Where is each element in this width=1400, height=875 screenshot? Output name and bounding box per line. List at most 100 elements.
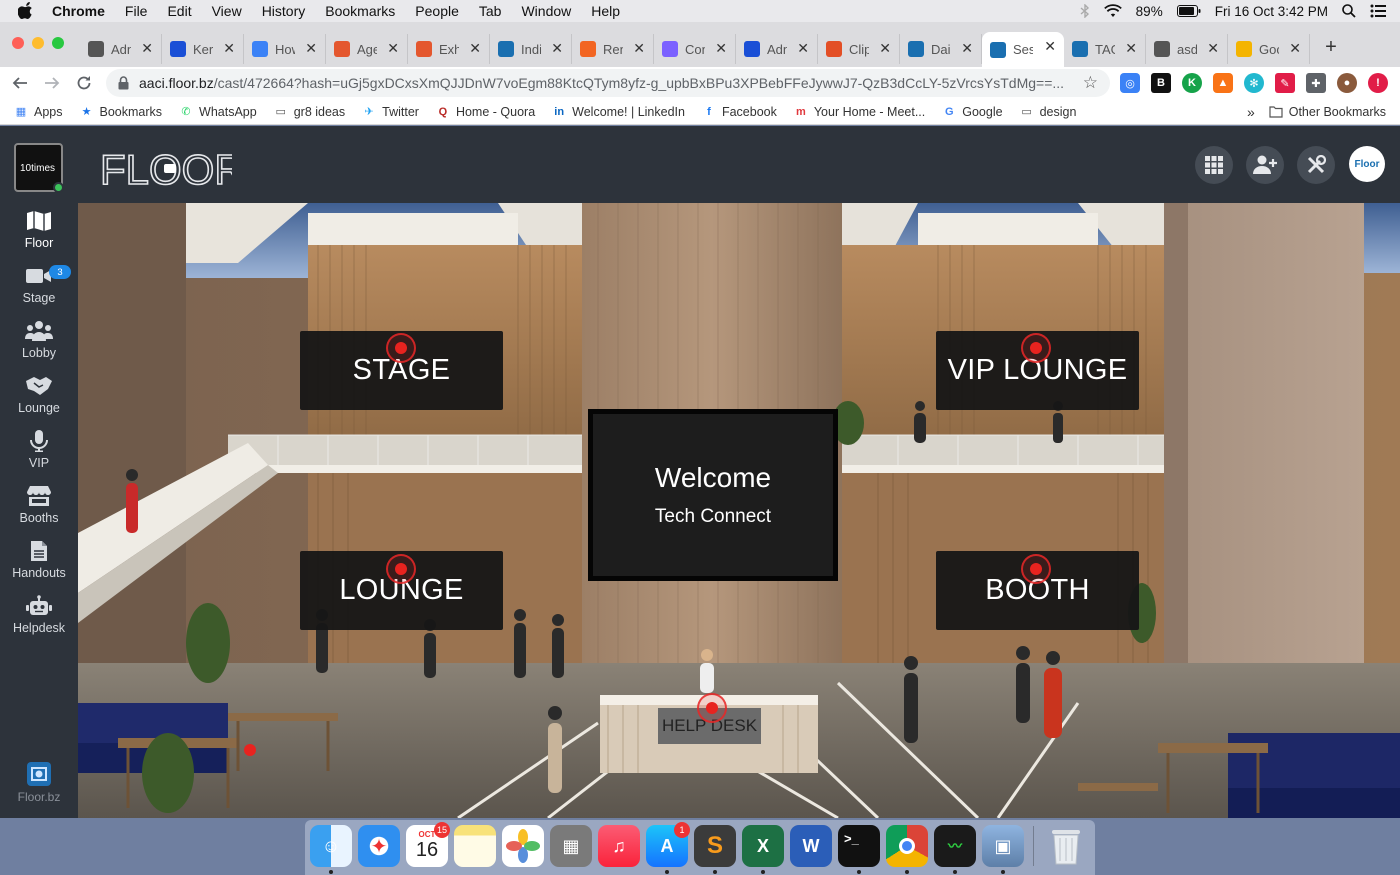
browser-tab[interactable]: Dail ✕ [900,34,982,64]
bookmark-item[interactable]: ✆ WhatsApp [179,105,256,119]
close-tab-icon[interactable]: ✕ [1289,40,1301,57]
extension-k-icon[interactable]: K [1182,73,1202,93]
close-tab-icon[interactable]: ✕ [1044,38,1056,55]
profile-avatar[interactable]: ● [1337,73,1357,93]
new-tab-button[interactable]: + [1316,32,1346,62]
close-tab-icon[interactable]: ✕ [797,40,809,57]
stage-hotspot[interactable] [386,333,416,363]
vip-lounge-hotspot[interactable] [1021,333,1051,363]
menu-edit[interactable]: Edit [167,3,191,19]
safari-icon[interactable]: ✦ [358,825,400,867]
menu-app-name[interactable]: Chrome [52,3,105,19]
browser-tab[interactable]: Con ✕ [654,34,736,64]
bookmark-item[interactable]: ✈ Twitter [362,105,419,119]
sidebar-item-booths[interactable]: Booths [0,485,78,537]
word-icon[interactable]: W [790,825,832,867]
close-tab-icon[interactable]: ✕ [223,40,235,57]
wifi-icon[interactable] [1103,4,1122,18]
browser-tab[interactable]: TAG ✕ [1064,34,1146,64]
bookmark-item[interactable]: m Your Home - Meet... [794,105,925,119]
browser-tab[interactable]: How ✕ [244,34,326,64]
notes-icon[interactable] [454,825,496,867]
music-icon[interactable]: ♫ [598,825,640,867]
bluetooth-icon[interactable] [1080,4,1090,18]
zoom-window-button[interactable] [52,37,64,49]
sidebar-item-lobby[interactable]: Lobby [0,320,78,372]
back-button[interactable] [8,71,32,95]
extensions-puzzle-icon[interactable]: ✚ [1306,73,1326,93]
lock-icon[interactable] [118,76,129,90]
settings-tools-button[interactable] [1297,146,1335,184]
terminal-icon[interactable]: >_ [838,825,880,867]
address-bar[interactable]: aaci.floor.bz/cast/472664?hash=uGj5gxDCx… [106,69,1110,97]
help-desk-hotspot[interactable] [697,693,727,723]
menu-people[interactable]: People [415,3,459,19]
bookmark-item[interactable]: ▭ gr8 ideas [274,105,346,119]
extension-person-icon[interactable]: ◎ [1120,73,1140,93]
close-tab-icon[interactable]: ✕ [715,40,727,57]
bookmark-item[interactable]: ▦ Apps [14,105,63,119]
browser-tab[interactable]: Exh ✕ [408,34,490,64]
sidebar-item-helpdesk[interactable]: Helpdesk [0,595,78,647]
close-tab-icon[interactable]: ✕ [305,40,317,57]
sidebar-item-handouts[interactable]: Handouts [0,540,78,592]
bookmark-item[interactable]: in Welcome! | LinkedIn [552,105,685,119]
bookmark-star-icon[interactable]: ☆ [1083,73,1098,93]
close-tab-icon[interactable]: ✕ [141,40,153,57]
bookmarks-overflow-button[interactable]: » [1247,104,1255,120]
browser-tab[interactable]: Adn ✕ [736,34,818,64]
extension-b-icon[interactable]: B [1151,73,1171,93]
excel-icon[interactable]: X [742,825,784,867]
update-alert-icon[interactable]: ! [1368,73,1388,93]
sidebar-item-stage[interactable]: Stage 3 [0,265,78,317]
extension-fox-icon[interactable]: ▲ [1213,73,1233,93]
other-bookmarks[interactable]: Other Bookmarks [1269,105,1386,119]
browser-tab[interactable]: Goo ✕ [1228,34,1310,64]
bookmark-item[interactable]: Q Home - Quora [436,105,535,119]
control-center-list-icon[interactable] [1370,4,1386,18]
browser-tab[interactable]: Indi ✕ [490,34,572,64]
sublime-text-icon[interactable]: S [694,825,736,867]
minimize-window-button[interactable] [32,37,44,49]
lounge-hotspot[interactable] [386,554,416,584]
bookmark-item[interactable]: f Facebook [702,105,777,119]
apps-grid-button[interactable] [1195,146,1233,184]
close-tab-icon[interactable]: ✕ [469,40,481,57]
calculator-icon[interactable]: ▦ [550,825,592,867]
browser-tab[interactable]: Ren ✕ [572,34,654,64]
battery-icon[interactable] [1176,5,1201,17]
close-tab-icon[interactable]: ✕ [551,40,563,57]
spotlight-search-icon[interactable] [1342,4,1356,18]
sidebar-item-floor[interactable]: Floor [0,210,78,262]
browser-tab[interactable]: Ses ✕ [982,32,1064,67]
close-tab-icon[interactable]: ✕ [1125,40,1137,57]
browser-tab[interactable]: Age ✕ [326,34,408,64]
close-tab-icon[interactable]: ✕ [633,40,645,57]
menu-history[interactable]: History [262,3,306,19]
menu-help[interactable]: Help [591,3,620,19]
menubar-datetime[interactable]: Fri 16 Oct 3:42 PM [1215,4,1328,19]
sidebar-item-lounge[interactable]: Lounge [0,375,78,427]
menu-file[interactable]: File [125,3,148,19]
bookmark-item[interactable]: G Google [942,105,1003,119]
bookmark-item[interactable]: ★ Bookmarks [80,105,162,119]
browser-tab[interactable]: Adn ✕ [80,34,162,64]
floor-brand-logo[interactable]: FLOOR [99,145,245,194]
forward-button[interactable] [40,71,64,95]
close-tab-icon[interactable]: ✕ [961,40,973,57]
menu-tab[interactable]: Tab [479,3,502,19]
close-tab-icon[interactable]: ✕ [879,40,891,57]
booth-hotspot[interactable] [1021,554,1051,584]
sidebar-footer-floor-link[interactable]: Floor.bz [0,761,78,804]
reload-button[interactable] [72,71,96,95]
url-text[interactable]: aaci.floor.bz/cast/472664?hash=uGj5gxDCx… [139,75,1079,91]
add-user-button[interactable] [1246,146,1284,184]
extension-pen-icon[interactable]: ✎ [1275,73,1295,93]
menu-window[interactable]: Window [521,3,571,19]
finder-icon[interactable]: ☺ [310,825,352,867]
bookmark-item[interactable]: ▭ design [1020,105,1076,119]
user-avatar[interactable]: Floor [1349,146,1385,182]
activity-monitor-icon[interactable]: 〰 [934,825,976,867]
menu-view[interactable]: View [212,3,242,19]
preview-icon[interactable]: ▣ [982,825,1024,867]
